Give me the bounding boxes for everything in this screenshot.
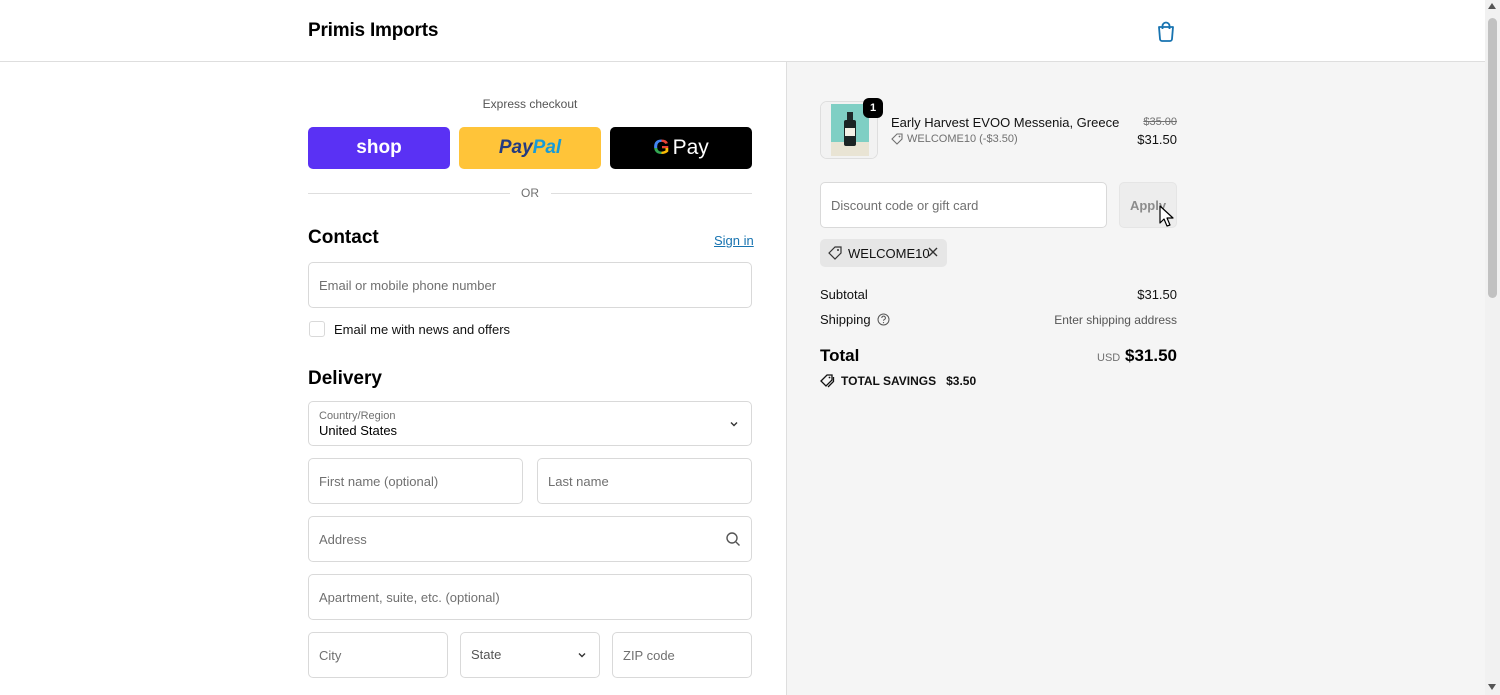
google-pay-button[interactable]: G Pay [610,127,752,169]
email-input[interactable] [309,263,751,307]
subtotal-label: Subtotal [820,287,868,302]
chevron-down-icon [578,653,586,658]
last-name-input[interactable] [538,459,751,503]
item-discount-text: WELCOME10 (-$3.50) [907,133,1018,145]
quantity-badge: 1 [863,98,883,118]
close-icon[interactable] [927,246,939,258]
state-select[interactable]: State [460,632,600,678]
chevron-down-icon [730,422,738,427]
first-name-input[interactable] [309,459,522,503]
store-name[interactable]: Primis Imports [308,20,438,42]
subtotal-value: $31.50 [1137,287,1177,302]
total-value: $31.50 [1125,346,1177,365]
shipping-value: Enter shipping address [1054,313,1177,327]
total-label: Total [820,346,860,365]
divider-left [308,193,510,194]
apartment-input[interactable] [309,575,751,619]
apply-label: Apply [1129,197,1167,213]
address-input[interactable] [309,517,751,561]
divider-right [551,193,752,194]
google-pay-label: Pay [672,136,709,159]
item-discount: WELCOME10 (-$3.50) [891,133,1018,145]
country-value: United States [319,423,398,438]
shopping-bag-icon[interactable] [1155,20,1177,42]
tags-icon [820,374,835,388]
city-input[interactable] [309,633,447,677]
product-name: Early Harvest EVOO Messenia, Greece [891,115,1120,130]
shipping-label: Shipping [820,312,871,327]
apartment-field[interactable] [308,574,752,620]
country-label: Country/Region [319,410,396,422]
applied-discount-chip: WELCOME10 [820,239,947,267]
shop-pay-button[interactable]: shop [308,127,450,169]
express-checkout-label: Express checkout [482,97,578,111]
savings-label: TOTAL SAVINGS [841,374,937,388]
zip-field[interactable] [612,632,752,678]
discount-code-field[interactable] [820,182,1107,228]
paypal-label-b: Pal [532,137,562,158]
discount-code-input[interactable] [821,183,1106,227]
last-name-field[interactable] [537,458,752,504]
contact-heading: Contact [308,227,379,248]
newsletter-label: Email me with news and offers [334,322,511,337]
newsletter-checkbox[interactable] [309,321,325,337]
scroll-up-arrow-icon[interactable] [1488,3,1496,9]
paypal-label-a: Pay [498,137,533,158]
or-divider-text: OR [521,186,539,200]
original-price: $35.00 [1143,116,1177,128]
header: Primis Imports [0,0,1485,62]
scrollbar[interactable] [1485,0,1500,695]
search-icon [726,532,740,546]
state-label: State [471,647,502,662]
city-field[interactable] [308,632,448,678]
paypal-button[interactable]: Pay Pal [459,127,601,169]
apply-button[interactable]: Apply [1119,182,1177,228]
tag-icon [891,133,903,145]
address-field[interactable] [308,516,752,562]
shop-pay-label: shop [356,137,402,158]
zip-input[interactable] [613,633,751,677]
savings-value: $3.50 [946,374,977,388]
item-price: $31.50 [1137,132,1177,147]
sign-in-link[interactable]: Sign in [714,233,754,248]
tag-icon [828,246,842,260]
total-savings: TOTAL SAVINGS $3.50 [820,374,976,388]
email-field[interactable] [308,262,752,308]
applied-code: WELCOME10 [848,245,930,261]
first-name-field[interactable] [308,458,523,504]
google-g-icon: G [653,136,670,159]
scroll-down-arrow-icon[interactable] [1488,684,1496,690]
country-select[interactable]: Country/Region United States [308,401,752,446]
scroll-thumb[interactable] [1488,18,1497,298]
delivery-heading: Delivery [308,368,382,389]
